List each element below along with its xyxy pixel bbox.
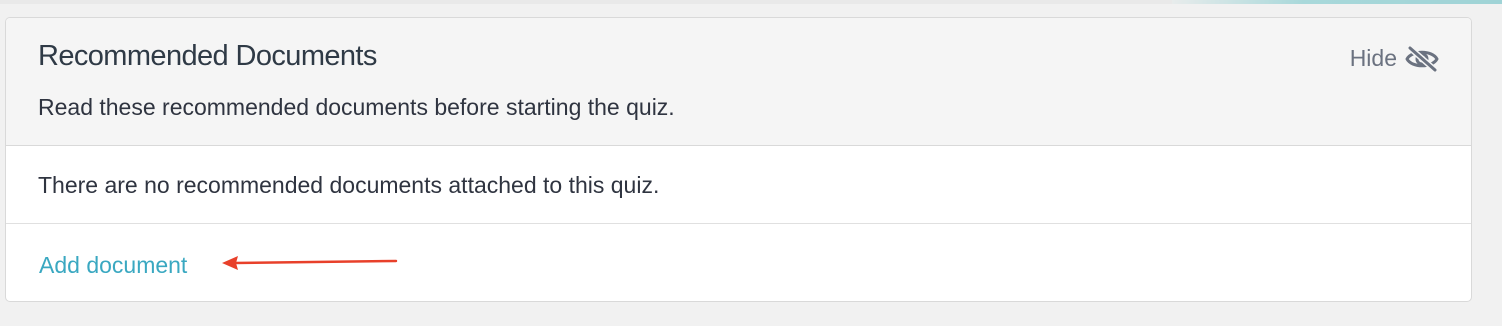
add-document-link[interactable]: Add document (39, 252, 187, 279)
top-accent-bar (1172, 0, 1502, 4)
panel-subtitle: Read these recommended documents before … (38, 94, 675, 120)
empty-state-row: There are no recommended documents attac… (6, 146, 1471, 224)
annotation-arrow-icon (220, 254, 400, 277)
hide-panel-button[interactable]: Hide (1350, 45, 1439, 72)
panel-footer: Add document (6, 224, 1471, 301)
panel-header: Recommended Documents Read these recomme… (6, 18, 1471, 146)
empty-state-message: There are no recommended documents attac… (38, 172, 660, 198)
panel-title: Recommended Documents (38, 40, 377, 72)
eye-slash-icon (1405, 45, 1439, 72)
recommended-documents-panel: Recommended Documents Read these recomme… (5, 17, 1472, 302)
hide-label: Hide (1349, 45, 1397, 71)
